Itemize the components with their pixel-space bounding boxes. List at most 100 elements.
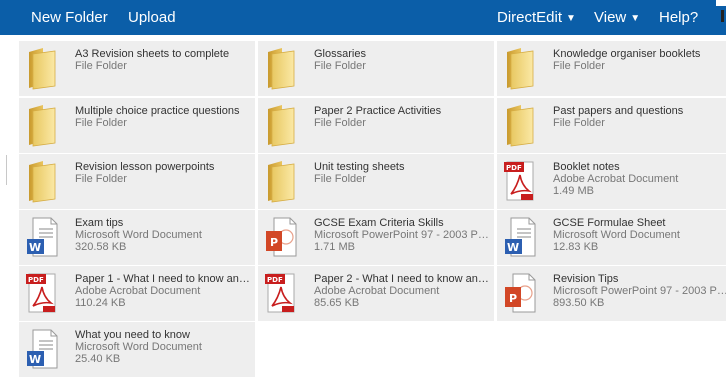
item-name[interactable]: A3 Revision sheets to complete (75, 48, 251, 60)
folder-tile[interactable]: Unit testing sheets File Folder (258, 154, 494, 209)
svg-text:W: W (29, 353, 41, 366)
folder-tile[interactable]: Paper 2 Practice Activities File Folder (258, 98, 494, 153)
item-name[interactable]: Booklet notes (553, 161, 726, 173)
svg-text:W: W (507, 241, 519, 254)
powerpoint-icon: P (264, 215, 298, 259)
directedit-label: DirectEdit (497, 9, 563, 26)
item-name[interactable]: GCSE Formulae Sheet (553, 217, 726, 229)
tile-text: GCSE Exam Criteria Skills Microsoft Power… (314, 217, 490, 253)
window-edge (716, 0, 726, 6)
item-type: File Folder (553, 60, 605, 72)
file-tile[interactable]: PDF Paper 1 - What I need to know and q Ad… (19, 266, 255, 321)
folder-icon (264, 159, 298, 203)
item-type: Adobe Acrobat Document (553, 173, 679, 185)
folder-tile[interactable]: Past papers and questions File Folder (497, 98, 726, 153)
item-size: 110.24 KB (75, 297, 126, 309)
item-name[interactable]: GCSE Exam Criteria Skills (314, 217, 490, 229)
upload-button[interactable]: Upload (128, 9, 176, 26)
tile-text: Revision lesson powerpoints File Folder (75, 161, 251, 185)
item-type: Microsoft Word Document (75, 229, 202, 241)
item-type: Adobe Acrobat Document (75, 285, 201, 297)
item-name[interactable]: Knowledge organiser booklets (553, 48, 726, 60)
tile-text: Exam tips Microsoft Word Document 320.58 K… (75, 217, 251, 253)
file-grid: A3 Revision sheets to complete File Folde… (19, 41, 726, 377)
item-type: File Folder (314, 173, 366, 185)
help-link[interactable]: Help? (659, 9, 698, 26)
item-size: 25.40 KB (75, 353, 121, 365)
file-tile[interactable]: W GCSE Formulae Sheet Microsoft Word Docum… (497, 210, 726, 265)
toolbar: New Folder Upload DirectEdit ▼ View ▼ Help… (0, 0, 726, 35)
folder-tile[interactable]: Knowledge organiser booklets File Folder (497, 41, 726, 96)
folder-tile[interactable]: Glossaries File Folder (258, 41, 494, 96)
file-tile[interactable]: PDF Booklet notes Adobe Acrobat Document 1.… (497, 154, 726, 209)
item-name[interactable]: Revision Tips (553, 273, 726, 285)
folder-icon (503, 103, 537, 147)
chevron-down-icon: ▼ (630, 13, 641, 24)
item-name[interactable]: Exam tips (75, 217, 251, 229)
item-type: File Folder (75, 173, 127, 185)
item-name[interactable]: What you need to know (75, 329, 251, 341)
item-name[interactable]: Revision lesson powerpoints (75, 161, 251, 173)
item-type: Microsoft PowerPoint 97 - 2003 Pr... (553, 285, 726, 297)
left-strip (0, 35, 14, 377)
folder-icon (503, 46, 537, 90)
directedit-menu[interactable]: DirectEdit ▼ (497, 9, 576, 26)
file-tile[interactable]: W Exam tips Microsoft Word Document 320.58 … (19, 210, 255, 265)
tile-text: What you need to know Microsoft Word Docu… (75, 329, 251, 365)
tile-text: Knowledge organiser booklets File Folder (553, 48, 726, 72)
item-name[interactable]: Multiple choice practice questions (75, 105, 251, 117)
chevron-down-icon: ▼ (566, 13, 576, 24)
tile-text: Past papers and questions File Folder (553, 105, 726, 129)
svg-text:W: W (29, 241, 41, 254)
pdf-icon: PDF (25, 271, 59, 315)
svg-text:PDF: PDF (28, 276, 44, 284)
item-type: File Folder (75, 117, 127, 129)
folder-icon (25, 159, 59, 203)
tile-text: Paper 2 Practice Activities File Folder (314, 105, 490, 129)
tile-text: Glossaries File Folder (314, 48, 490, 72)
pdf-icon: PDF (264, 271, 298, 315)
item-size: 1.49 MB (553, 185, 594, 197)
item-name[interactable]: Paper 1 - What I need to know and q (75, 273, 251, 285)
folder-icon (25, 46, 59, 90)
item-type: Microsoft PowerPoint 97 - 2003 Pr... (314, 229, 490, 241)
item-type: Adobe Acrobat Document (314, 285, 440, 297)
powerpoint-icon: P (503, 271, 537, 315)
folder-tile[interactable]: Multiple choice practice questions File F… (19, 98, 255, 153)
svg-text:PDF: PDF (267, 276, 283, 284)
item-size: 85.65 KB (314, 297, 360, 309)
word-icon: W (25, 215, 59, 259)
item-size: 893.50 KB (553, 297, 605, 309)
new-folder-button[interactable]: New Folder (31, 9, 108, 26)
word-icon: W (25, 327, 59, 371)
svg-text:P: P (270, 236, 278, 249)
item-type: File Folder (314, 117, 366, 129)
item-size: 12.83 KB (553, 241, 599, 253)
file-tile[interactable]: P Revision Tips Microsoft PowerPoint 97 - … (497, 266, 726, 321)
folder-icon (25, 103, 59, 147)
file-tile[interactable]: W What you need to know Microsoft Word Doc… (19, 322, 255, 377)
item-type: File Folder (314, 60, 366, 72)
view-menu[interactable]: View ▼ (594, 9, 640, 26)
word-icon: W (503, 215, 537, 259)
item-type: Microsoft Word Document (75, 341, 202, 353)
item-name[interactable]: Glossaries (314, 48, 490, 60)
tile-text: Multiple choice practice questions File F… (75, 105, 251, 129)
tile-text: A3 Revision sheets to complete File Folde… (75, 48, 251, 72)
item-type: File Folder (75, 60, 127, 72)
tile-text: Booklet notes Adobe Acrobat Document 1.49 … (553, 161, 726, 197)
tile-text: Unit testing sheets File Folder (314, 161, 490, 185)
folder-tile[interactable]: A3 Revision sheets to complete File Folde… (19, 41, 255, 96)
pdf-icon: PDF (503, 159, 537, 203)
folder-tile[interactable]: Revision lesson powerpoints File Folder (19, 154, 255, 209)
item-name[interactable]: Paper 2 Practice Activities (314, 105, 490, 117)
file-tile[interactable]: P GCSE Exam Criteria Skills Microsoft Powe… (258, 210, 494, 265)
item-name[interactable]: Unit testing sheets (314, 161, 490, 173)
folder-icon (264, 46, 298, 90)
file-tile[interactable]: PDF Paper 2 - What I need to know and q Ad… (258, 266, 494, 321)
item-type: Microsoft Word Document (553, 229, 680, 241)
item-name[interactable]: Paper 2 - What I need to know and q (314, 273, 490, 285)
item-type: File Folder (553, 117, 605, 129)
item-name[interactable]: Past papers and questions (553, 105, 726, 117)
item-size: 1.71 MB (314, 241, 355, 253)
